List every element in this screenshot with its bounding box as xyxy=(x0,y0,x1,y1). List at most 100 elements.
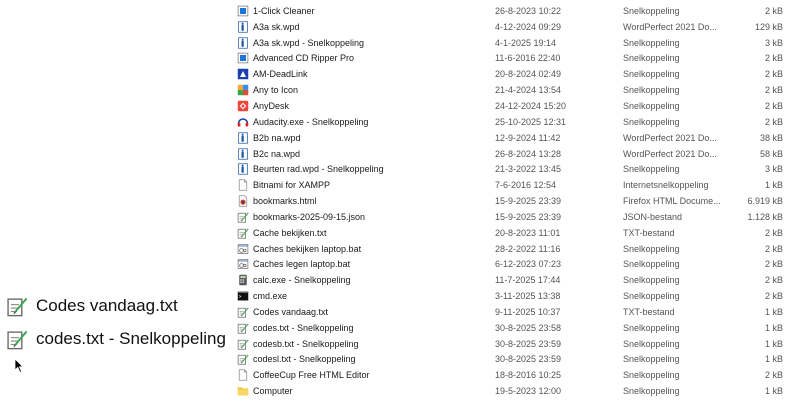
file-row[interactable]: B2c na.wpd 26-8-2024 13:28 WordPerfect 202… xyxy=(237,146,797,162)
file-size: 1.128 kB xyxy=(747,211,783,222)
file-name-cell: AnyDesk xyxy=(237,100,495,112)
file-size: 1 kB xyxy=(764,386,783,397)
file-date: 3-11-2025 13:38 xyxy=(495,291,561,302)
file-date: 4-12-2024 09:29 xyxy=(495,21,562,32)
file-date: 15-9-2025 23:39 xyxy=(495,196,562,207)
file-name-cell: codes.txt - Snelkoppeling xyxy=(237,322,495,334)
file-type: Snelkoppeling xyxy=(623,291,680,302)
file-row[interactable]: calc.exe - Snelkoppeling 11-7-2025 17:44 S… xyxy=(237,272,797,288)
file-type: JSON-bestand xyxy=(623,211,683,222)
file-date: 18-8-2016 10:25 xyxy=(495,370,562,381)
file-date: 26-8-2023 10:22 xyxy=(495,5,562,16)
wpd-icon xyxy=(237,37,249,49)
file-row[interactable]: Audacity.exe - Snelkoppeling 25-10-2025 1… xyxy=(237,114,797,130)
file-name: calc.exe - Snelkoppeling xyxy=(253,275,351,286)
wpd-icon xyxy=(237,148,249,160)
file-name-cell: Computer xyxy=(237,385,495,397)
file-type: Snelkoppeling xyxy=(623,37,680,48)
file-row[interactable]: CoffeeCup Free HTML Editor 18-8-2016 10:2… xyxy=(237,367,797,383)
file-name-cell: Caches bekijken laptop.bat xyxy=(237,243,495,255)
file-date: 11-7-2025 17:44 xyxy=(495,275,561,286)
file-name-cell: Advanced CD Ripper Pro xyxy=(237,52,495,64)
file-type: Snelkoppeling xyxy=(623,100,680,111)
file-size: 2 kB xyxy=(764,53,783,64)
file-row[interactable]: AnyDesk 24-12-2024 15:20 Snelkoppeling 2 kB xyxy=(237,98,797,114)
file-size: 129 kB xyxy=(754,21,783,32)
file-type: Snelkoppeling xyxy=(623,354,680,365)
file-name-cell: bookmarks-2025-09-15.json xyxy=(237,211,495,223)
file-size: 3 kB xyxy=(764,37,783,48)
file-type: TXT-bestand xyxy=(623,306,675,317)
file-type: Snelkoppeling xyxy=(623,85,680,96)
file-row[interactable]: codesl.txt - Snelkoppeling 30-8-2025 23:5… xyxy=(237,352,797,368)
file-date: 30-8-2025 23:59 xyxy=(495,338,562,349)
file-row[interactable]: Advanced CD Ripper Pro 11-6-2016 22:40 Sne… xyxy=(237,51,797,67)
txt-notepad-icon xyxy=(237,338,249,350)
file-size: 1 kB xyxy=(764,306,783,317)
file-row[interactable]: Bitnami for XAMPP 7-6-2016 12:54 Internets… xyxy=(237,177,797,193)
anytoicon-icon xyxy=(237,84,249,96)
txt-notepad-icon xyxy=(6,328,28,350)
txt-notepad-icon xyxy=(6,295,28,317)
file-name: Any to Icon xyxy=(253,85,299,96)
file-row[interactable]: A3a sk.wpd 4-12-2024 09:29 WordPerfect 202… xyxy=(237,19,797,35)
drag-item-codes-vandaag[interactable]: Codes vandaag.txt xyxy=(6,293,178,319)
file-name-cell: Beurten rad.wpd - Snelkoppeling xyxy=(237,163,495,175)
file-date: 28-2-2022 11:16 xyxy=(495,243,561,254)
file-size: 2 kB xyxy=(764,291,783,302)
file-row[interactable]: Any to Icon 21-4-2024 13:54 Snelkoppeling 2… xyxy=(237,82,797,98)
file-row[interactable]: 1-Click Cleaner 26-8-2023 10:22 Snelkoppel… xyxy=(237,3,797,19)
drag-item-label: Codes vandaag.txt xyxy=(36,296,178,315)
file-type: Snelkoppeling xyxy=(623,116,680,127)
file-row[interactable]: cmd.exe 3-11-2025 13:38 Snelkoppeling 2 kB xyxy=(237,288,797,304)
file-name: AnyDesk xyxy=(253,100,290,111)
file-type: WordPerfect 2021 Do... xyxy=(623,132,717,143)
file-date: 20-8-2024 02:49 xyxy=(495,69,562,80)
file-row[interactable]: Caches bekijken laptop.bat 28-2-2022 11:1… xyxy=(237,241,797,257)
file-date: 15-9-2025 23:39 xyxy=(495,211,562,222)
file-name: Caches bekijken laptop.bat xyxy=(253,243,362,254)
file-name: codesb.txt - Snelkoppeling xyxy=(253,338,359,349)
blank-page-icon xyxy=(237,369,249,381)
file-date: 12-9-2024 11:42 xyxy=(495,132,561,143)
file-size: 2 kB xyxy=(764,5,783,16)
file-size: 2 kB xyxy=(764,227,783,238)
file-row[interactable]: A3a sk.wpd - Snelkoppeling 4-1-2025 19:14… xyxy=(237,35,797,51)
file-size: 2 kB xyxy=(764,69,783,80)
file-date: 30-8-2025 23:58 xyxy=(495,322,562,333)
file-name-cell: Audacity.exe - Snelkoppeling xyxy=(237,116,495,128)
file-name: A3a sk.wpd - Snelkoppeling xyxy=(253,37,365,48)
file-name: Bitnami for XAMPP xyxy=(253,180,331,191)
file-row[interactable]: Caches legen laptop.bat 6-12-2023 07:23 Sn… xyxy=(237,257,797,273)
file-type: WordPerfect 2021 Do... xyxy=(623,21,717,32)
file-size: 3 kB xyxy=(764,164,783,175)
file-name-cell: 1-Click Cleaner xyxy=(237,5,495,17)
file-row[interactable]: codes.txt - Snelkoppeling 30-8-2025 23:58… xyxy=(237,320,797,336)
file-row[interactable]: Beurten rad.wpd - Snelkoppeling 21-3-2022… xyxy=(237,161,797,177)
wpd-icon xyxy=(237,132,249,144)
file-name-cell: codesb.txt - Snelkoppeling xyxy=(237,338,495,350)
file-row[interactable]: Cache bekijken.txt 20-8-2023 11:01 TXT-bes… xyxy=(237,225,797,241)
file-name: cmd.exe xyxy=(253,291,288,302)
drag-item-codes-snelkoppeling[interactable]: codes.txt - Snelkoppeling xyxy=(6,326,226,352)
file-type: Snelkoppeling xyxy=(623,259,680,270)
file-date: 21-4-2024 13:54 xyxy=(495,85,562,96)
file-size: 6.919 kB xyxy=(747,196,783,207)
file-type: Snelkoppeling xyxy=(623,386,680,397)
file-type: Snelkoppeling xyxy=(623,322,680,333)
file-type: Snelkoppeling xyxy=(623,164,680,175)
file-name: 1-Click Cleaner xyxy=(253,5,315,16)
file-row[interactable]: bookmarks.html 15-9-2025 23:39 Firefox HTM… xyxy=(237,193,797,209)
file-row[interactable]: B2b na.wpd 12-9-2024 11:42 WordPerfect 202… xyxy=(237,130,797,146)
file-row[interactable]: codesb.txt - Snelkoppeling 30-8-2025 23:5… xyxy=(237,336,797,352)
file-name: bookmarks.html xyxy=(253,196,317,207)
drag-item-label: codes.txt - Snelkoppeling xyxy=(36,329,226,348)
file-row[interactable]: bookmarks-2025-09-15.json 15-9-2025 23:39… xyxy=(237,209,797,225)
file-date: 11-6-2016 22:40 xyxy=(495,53,561,64)
file-row[interactable]: Codes vandaag.txt 9-11-2025 10:37 TXT-best… xyxy=(237,304,797,320)
file-date: 25-10-2025 12:31 xyxy=(495,116,567,127)
file-row[interactable]: AM-DeadLink 20-8-2024 02:49 Snelkoppeling 2… xyxy=(237,66,797,82)
file-date: 26-8-2024 13:28 xyxy=(495,148,562,159)
txt-notepad-icon xyxy=(237,322,249,334)
file-row[interactable]: Computer 19-5-2023 12:00 Snelkoppeling 1 kB xyxy=(237,383,797,399)
